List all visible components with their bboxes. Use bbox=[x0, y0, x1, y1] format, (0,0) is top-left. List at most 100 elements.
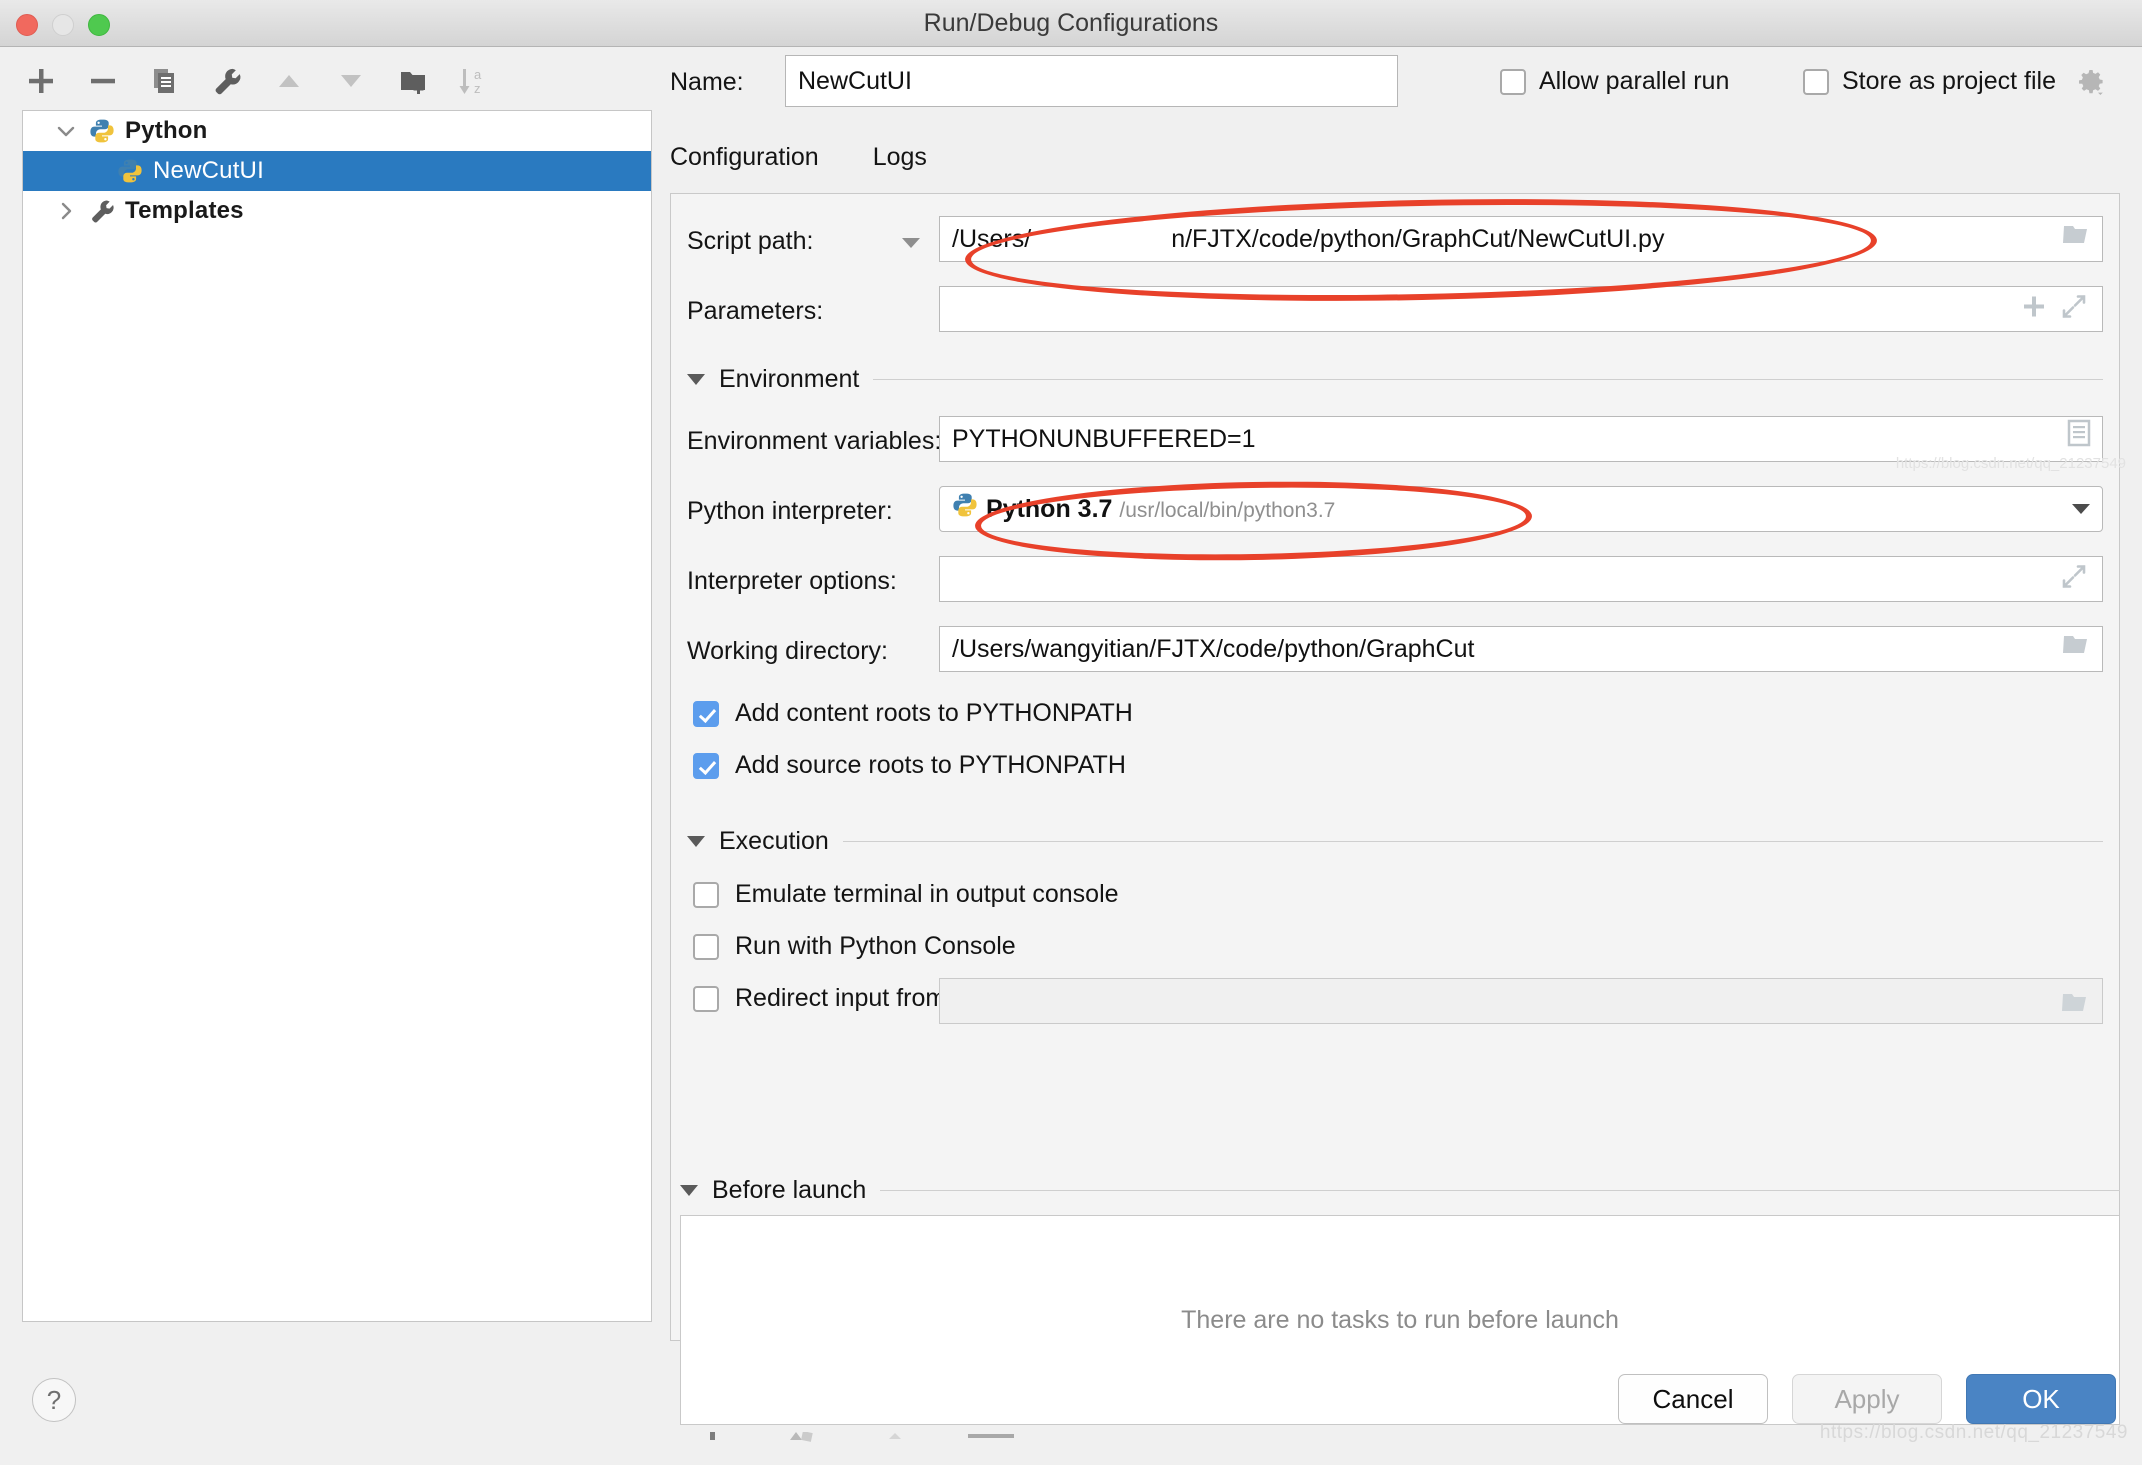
tree-node-python[interactable]: Python bbox=[23, 111, 651, 151]
run-with-python-console-label: Run with Python Console bbox=[735, 932, 1016, 960]
wrench-icon bbox=[87, 196, 117, 226]
working-directory-browse-button[interactable] bbox=[2062, 627, 2092, 671]
configuration-panel: Script path: /Users/n/FJTX/code/python/G… bbox=[670, 193, 2120, 1341]
script-path-input[interactable]: /Users/n/FJTX/code/python/GraphCut/NewCu… bbox=[939, 216, 2103, 262]
python-interpreter-dropdown-button[interactable] bbox=[2070, 487, 2092, 531]
tree-node-newcutui[interactable]: NewCutUI bbox=[23, 151, 651, 191]
folder-add-icon bbox=[398, 66, 428, 96]
section-divider bbox=[842, 840, 2103, 842]
edit-task-icon[interactable] bbox=[884, 1432, 906, 1459]
python-interpreter-label: Python interpreter: bbox=[687, 497, 893, 525]
tab-configuration[interactable]: Configuration bbox=[670, 143, 819, 180]
add-task-icon[interactable] bbox=[702, 1431, 724, 1459]
emulate-terminal-checkbox[interactable]: Emulate terminal in output console bbox=[693, 880, 1119, 909]
move-up-icon[interactable] bbox=[966, 1432, 1026, 1459]
svg-text:z: z bbox=[474, 81, 481, 96]
triangle-down-icon bbox=[2070, 487, 2092, 531]
emulate-terminal-label: Emulate terminal in output console bbox=[735, 880, 1119, 908]
run-debug-configurations-window: Run/Debug Configurations a z Python NewC… bbox=[0, 0, 2142, 1448]
script-path-prefix: /Users/ bbox=[952, 225, 1032, 253]
remove-configuration-button[interactable] bbox=[84, 62, 122, 100]
allow-parallel-run-checkbox[interactable]: Allow parallel run bbox=[1500, 67, 1729, 96]
python-interpreter-select[interactable]: Python 3.7 /usr/local/bin/python3.7 bbox=[939, 486, 2103, 532]
redirect-input-from-checkbox[interactable]: Redirect input from: bbox=[693, 984, 953, 1013]
apply-button: Apply bbox=[1792, 1374, 1942, 1424]
checkbox-box[interactable] bbox=[1500, 68, 1526, 95]
arrow-up-icon bbox=[274, 66, 304, 96]
folder-icon bbox=[2062, 627, 2092, 671]
execution-section-title: Execution bbox=[719, 826, 829, 855]
interpreter-options-expand-button[interactable] bbox=[2061, 564, 2087, 595]
help-button[interactable]: ? bbox=[32, 1378, 76, 1422]
script-path-row: Script path: /Users/n/FJTX/code/python/G… bbox=[687, 216, 2103, 266]
checkbox-box[interactable] bbox=[1803, 68, 1829, 95]
configurations-tree[interactable]: Python NewCutUI Templates bbox=[22, 110, 652, 1322]
section-divider bbox=[873, 378, 2103, 380]
tab-logs[interactable]: Logs bbox=[873, 143, 927, 180]
working-directory-input[interactable]: /Users/wangyitian/FJTX/code/python/Graph… bbox=[939, 626, 2103, 672]
allow-parallel-run-label: Allow parallel run bbox=[1539, 67, 1730, 95]
name-label: Name: bbox=[670, 68, 744, 96]
chevron-right-icon[interactable] bbox=[53, 198, 79, 224]
parameters-input[interactable] bbox=[939, 286, 2103, 332]
tree-node-templates[interactable]: Templates bbox=[23, 191, 651, 231]
add-content-roots-checkbox[interactable]: Add content roots to PYTHONPATH bbox=[693, 699, 1133, 728]
triangle-down-icon[interactable] bbox=[680, 1184, 698, 1196]
plus-icon[interactable] bbox=[2021, 294, 2047, 325]
move-into-folder-button[interactable] bbox=[394, 62, 432, 100]
triangle-down-icon[interactable] bbox=[901, 236, 921, 255]
expand-icon bbox=[2061, 564, 2087, 595]
add-content-roots-label: Add content roots to PYTHONPATH bbox=[735, 699, 1133, 727]
folder-icon bbox=[2062, 217, 2092, 261]
edit-templates-button[interactable] bbox=[208, 62, 246, 100]
remove-task-icon[interactable] bbox=[784, 1430, 824, 1459]
folder-icon bbox=[2061, 994, 2091, 1019]
sort-az-icon: a z bbox=[458, 65, 492, 97]
working-directory-value: /Users/wangyitian/FJTX/code/python/Graph… bbox=[952, 635, 1475, 663]
expand-icon[interactable] bbox=[2061, 294, 2087, 325]
move-up-button[interactable] bbox=[270, 62, 308, 100]
checkbox-box[interactable] bbox=[693, 933, 719, 960]
ok-button[interactable]: OK bbox=[1966, 1374, 2116, 1424]
script-path-label: Script path: bbox=[687, 227, 814, 255]
add-configuration-button[interactable] bbox=[22, 62, 60, 100]
chevron-down-icon[interactable] bbox=[53, 118, 79, 144]
script-path-browse-button[interactable] bbox=[2062, 217, 2092, 261]
cancel-button[interactable]: Cancel bbox=[1618, 1374, 1768, 1424]
copy-configuration-button[interactable] bbox=[146, 62, 184, 100]
python-icon bbox=[115, 156, 145, 186]
name-row: Name: NewCutUI Allow parallel run Store … bbox=[670, 55, 2120, 113]
editor-tabs: Configuration Logs bbox=[670, 143, 927, 180]
name-input[interactable]: NewCutUI bbox=[785, 55, 1398, 107]
run-with-python-console-checkbox[interactable]: Run with Python Console bbox=[693, 932, 1016, 961]
move-down-button[interactable] bbox=[332, 62, 370, 100]
sort-alphabetically-button[interactable]: a z bbox=[456, 62, 494, 100]
python-interpreter-row: Python interpreter: Python 3.7 /usr/loca… bbox=[687, 486, 2103, 536]
before-launch-section-title: Before launch bbox=[712, 1175, 867, 1204]
checkbox-box[interactable] bbox=[693, 881, 719, 908]
interpreter-options-input[interactable] bbox=[939, 556, 2103, 602]
interpreter-options-row: Interpreter options: bbox=[687, 556, 2103, 606]
python-interpreter-path: /usr/local/bin/python3.7 bbox=[1119, 499, 1336, 522]
triangle-down-icon[interactable] bbox=[687, 835, 705, 847]
minus-icon bbox=[88, 66, 118, 96]
title-bar: Run/Debug Configurations bbox=[0, 0, 2142, 47]
environment-section-header[interactable]: Environment bbox=[687, 362, 2103, 396]
tree-node-label: NewCutUI bbox=[153, 157, 264, 184]
checkbox-box[interactable] bbox=[693, 752, 719, 779]
add-source-roots-checkbox[interactable]: Add source roots to PYTHONPATH bbox=[693, 751, 1126, 780]
redirect-input-browse-button bbox=[2061, 991, 2091, 1020]
tree-node-label: Templates bbox=[125, 197, 244, 224]
checkbox-box[interactable] bbox=[693, 985, 719, 1012]
triangle-down-icon[interactable] bbox=[687, 373, 705, 385]
store-as-project-file-label: Store as project file bbox=[1842, 67, 2056, 95]
checkbox-box[interactable] bbox=[693, 700, 719, 727]
watermark: https://blog.csdn.net/qq_21237549 bbox=[1819, 1422, 2128, 1443]
before-launch-section-header[interactable]: Before launch bbox=[680, 1173, 2120, 1207]
gear-icon[interactable] bbox=[2077, 68, 2105, 96]
store-as-project-file-checkbox[interactable]: Store as project file bbox=[1803, 67, 2105, 96]
execution-section-header[interactable]: Execution bbox=[687, 824, 2103, 858]
parameters-field-icons bbox=[2021, 294, 2087, 325]
window-title: Run/Debug Configurations bbox=[923, 9, 1219, 37]
copy-icon bbox=[150, 66, 180, 96]
